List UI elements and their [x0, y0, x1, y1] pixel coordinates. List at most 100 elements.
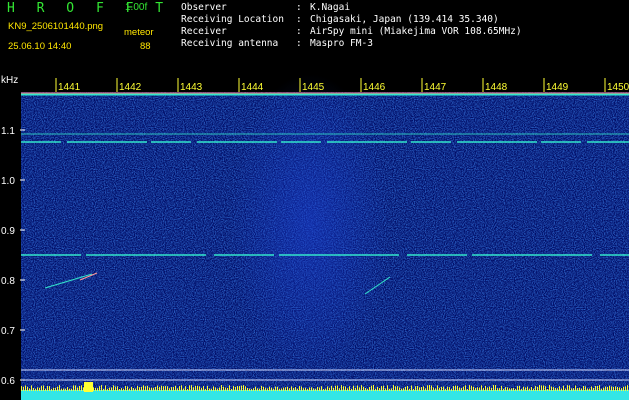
- noise-bar-column: [229, 385, 230, 391]
- noise-bar-column: [625, 386, 626, 391]
- y-tick-label: 0.9: [1, 226, 15, 237]
- noise-bar-column: [123, 388, 124, 391]
- noise-bar-column: [383, 385, 384, 391]
- noise-bar-column: [99, 386, 100, 391]
- noise-bar-column: [41, 385, 42, 391]
- noise-bar-column: [239, 386, 240, 391]
- noise-bar-column: [197, 385, 198, 391]
- noise-bar-column: [407, 385, 408, 391]
- noise-bar-column: [147, 385, 148, 391]
- noise-bar-column: [49, 386, 50, 391]
- noise-bar-column: [425, 388, 426, 391]
- noise-bar-column: [201, 387, 202, 391]
- info-row-receiver: Receiver: AirSpy mini (Miakejima VOR 108.…: [181, 26, 522, 37]
- noise-bar-column: [445, 388, 446, 391]
- noise-bar-column: [203, 386, 204, 391]
- noise-bar-column: [613, 387, 614, 391]
- noise-bar-column: [165, 386, 166, 391]
- noise-bar-column: [429, 385, 430, 391]
- noise-bar-column: [363, 386, 364, 391]
- noise-bar-column: [297, 388, 298, 391]
- noise-bar-column: [401, 388, 402, 391]
- noise-bar-column: [561, 388, 562, 391]
- x-tick-label: 1448: [485, 82, 508, 93]
- noise-bar-column: [265, 387, 266, 391]
- x-tick-label: 1450: [607, 82, 629, 93]
- noise-bar-column: [579, 387, 580, 391]
- x-tick-label: 1444: [241, 82, 264, 93]
- noise-bar-column: [119, 388, 120, 391]
- noise-bar-column: [411, 385, 412, 391]
- noise-bar-column: [559, 386, 560, 391]
- x-tick-label: 1443: [180, 82, 203, 93]
- noise-bar-column: [395, 386, 396, 391]
- noise-bar-column: [211, 388, 212, 391]
- noise-bar-column: [421, 386, 422, 391]
- noise-bar-column: [179, 386, 180, 391]
- noise-bar-column: [125, 386, 126, 391]
- noise-bar-column: [431, 385, 432, 391]
- noise-bar-column: [309, 387, 310, 391]
- noise-bar-column: [535, 386, 536, 391]
- noise-bar-column: [137, 385, 138, 391]
- noise-bar-column: [491, 387, 492, 391]
- noise-bar-column: [377, 386, 378, 391]
- noise-bar-column: [221, 385, 222, 391]
- noise-bar-column: [607, 386, 608, 391]
- noise-bar-column: [485, 385, 486, 391]
- noise-bar-column: [233, 386, 234, 391]
- noise-bar-column: [251, 388, 252, 391]
- noise-bar-column: [323, 388, 324, 391]
- noise-bar-column: [415, 386, 416, 391]
- noise-bar-column: [31, 385, 32, 391]
- noise-bar-column: [231, 388, 232, 391]
- noise-bar-column: [113, 385, 114, 391]
- noise-bar-column: [467, 388, 468, 391]
- noise-bar-column: [235, 386, 236, 391]
- noise-bar-column: [437, 385, 438, 391]
- noise-bar-column: [533, 388, 534, 391]
- noise-bar-column: [545, 386, 546, 391]
- noise-bar-column: [333, 387, 334, 391]
- noise-bar-column: [469, 385, 470, 391]
- noise-bar-column: [343, 386, 344, 391]
- noise-bar-column: [163, 386, 164, 391]
- noise-bar-column: [259, 388, 260, 391]
- noise-bar-column: [43, 385, 44, 391]
- noise-bar-column: [131, 386, 132, 391]
- noise-bar-column: [189, 385, 190, 391]
- noise-bar-column: [291, 386, 292, 391]
- noise-bar-column: [143, 385, 144, 391]
- noise-bar-column: [319, 387, 320, 391]
- noise-bar-column: [209, 388, 210, 391]
- noise-bar-column: [493, 385, 494, 391]
- noise-bar-column: [95, 387, 96, 391]
- noise-bar-column: [215, 387, 216, 391]
- noise-bar-column: [335, 385, 336, 391]
- noise-bar-column: [121, 388, 122, 391]
- noise-bar-column: [155, 386, 156, 391]
- noise-bar-column: [537, 386, 538, 391]
- noise-bar-column: [565, 388, 566, 391]
- noise-bar-column: [393, 385, 394, 391]
- noise-bar-column: [253, 388, 254, 391]
- noise-bar-column: [595, 386, 596, 391]
- noise-bar-column: [489, 386, 490, 391]
- noise-bar-column: [345, 386, 346, 391]
- noise-bar-column: [227, 387, 228, 391]
- noise-bar-column: [247, 387, 248, 391]
- noise-bar-column: [175, 385, 176, 391]
- noise-bar-column: [531, 386, 532, 391]
- noise-bar-column: [329, 387, 330, 391]
- noise-bar-column: [423, 386, 424, 391]
- noise-bar-column: [109, 387, 110, 391]
- noise-bar-column: [477, 387, 478, 391]
- noise-bar-column: [447, 386, 448, 391]
- noise-bar-column: [225, 387, 226, 391]
- noise-bar-column: [541, 385, 542, 391]
- noise-bar-column: [577, 388, 578, 391]
- noise-bar-column: [311, 387, 312, 391]
- noise-bar-column: [621, 388, 622, 391]
- info-row-location: Receiving Location: Chigasaki, Japan (139…: [181, 14, 499, 25]
- noise-bar-column: [461, 388, 462, 391]
